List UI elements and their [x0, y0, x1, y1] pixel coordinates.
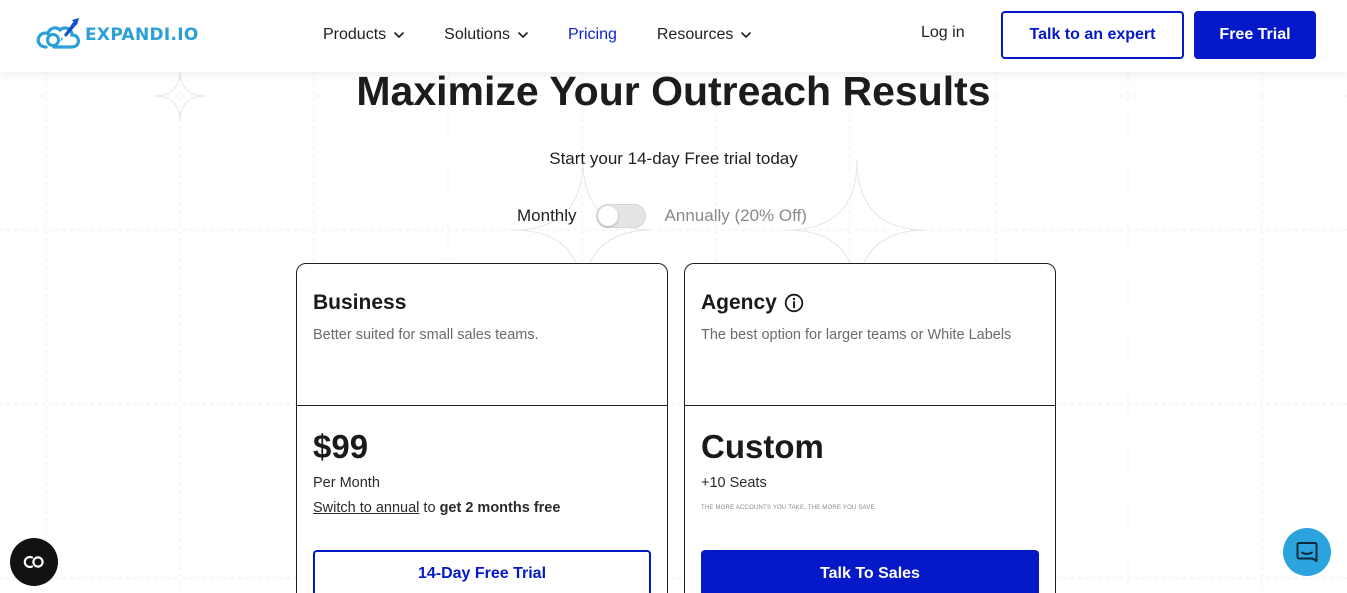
logo[interactable]: EXPANDI.IO: [36, 17, 199, 53]
rocket-cloud-logo-icon: [36, 18, 80, 49]
toggle-knob: [597, 206, 618, 226]
switch-benefit: get 2 months free: [439, 500, 561, 516]
nav-solutions[interactable]: Solutions: [444, 26, 528, 44]
chevron-down-icon: [394, 32, 404, 38]
page-title: Maximize Your Outreach Results: [356, 68, 991, 114]
nav-products[interactable]: Products: [323, 26, 404, 44]
switch-to-annual-link[interactable]: Switch to annual: [313, 500, 419, 516]
chevron-down-icon: [741, 32, 752, 38]
login-link[interactable]: Log in: [921, 24, 965, 42]
talk-to-sales-button[interactable]: Talk To Sales: [701, 550, 1039, 593]
nav-resources[interactable]: Resources: [656, 26, 752, 44]
nav-pricing-label: Pricing: [567, 26, 617, 43]
plan-card-agency: Agency The best option for larger teams …: [684, 263, 1056, 593]
free-trial-button[interactable]: Free Trial: [1194, 11, 1316, 59]
plan-description: The best option for larger teams or Whit…: [701, 327, 1012, 343]
plan-price: Custom: [701, 428, 824, 465]
main-nav: Products Solutions Pricing Resources: [323, 22, 791, 48]
chevron-down-icon: [518, 32, 528, 38]
plan-name-text: Business: [313, 291, 407, 314]
nav-products-label: Products: [323, 26, 387, 43]
plan-name: Agency: [701, 291, 804, 315]
plan-card-business: Business Better suited for small sales t…: [296, 263, 668, 593]
annual-label[interactable]: Annually (20% Off): [665, 206, 807, 226]
chat-launcher-button[interactable]: [1283, 528, 1331, 576]
switch-connector: to: [419, 500, 440, 516]
plan-name: Business: [313, 291, 406, 315]
logo-text: EXPANDI.IO: [85, 25, 199, 45]
plan-card-header: Agency The best option for larger teams …: [685, 264, 1055, 406]
info-icon[interactable]: [784, 293, 804, 313]
nav-resources-label: Resources: [656, 26, 734, 43]
billing-toggle-row: Monthly Annually (20% Off): [517, 203, 807, 229]
plan-name-text: Agency: [701, 291, 777, 314]
volume-discount-note: THE MORE ACCOUNTS YOU TAKE, THE MORE YOU…: [701, 505, 875, 511]
plan-card-header: Business Better suited for small sales t…: [297, 264, 667, 406]
site-header: EXPANDI.IO Products Solutions Pricing Re…: [0, 0, 1347, 72]
nav-solutions-label: Solutions: [444, 26, 510, 43]
plan-seats: +10 Seats: [701, 475, 767, 491]
business-free-trial-button[interactable]: 14-Day Free Trial: [313, 550, 651, 593]
chat-bubble-icon: [1296, 542, 1318, 562]
cookie-consent-button[interactable]: [10, 538, 58, 586]
nav-pricing[interactable]: Pricing: [568, 26, 617, 44]
plan-price: $99: [313, 428, 369, 465]
billing-period-toggle[interactable]: [595, 204, 646, 228]
plan-period: Per Month: [313, 475, 380, 491]
talk-to-expert-button[interactable]: Talk to an expert: [1001, 11, 1184, 59]
monthly-label[interactable]: Monthly: [517, 206, 577, 226]
annual-switch-line: Switch to annual to get 2 months free: [313, 500, 560, 516]
cookie-consent-icon: [23, 555, 44, 569]
page-subtitle: Start your 14-day Free trial today: [549, 149, 798, 168]
plan-description: Better suited for small sales teams.: [313, 327, 539, 343]
